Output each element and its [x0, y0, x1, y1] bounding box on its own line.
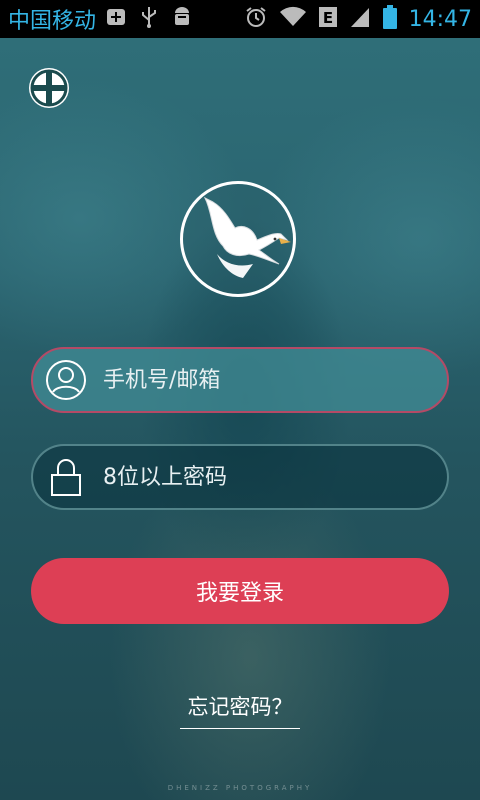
plus-circle-icon	[30, 69, 68, 107]
lock-icon	[45, 456, 87, 498]
battery-icon	[382, 5, 397, 33]
android-debug-icon	[172, 6, 192, 32]
usb-icon	[140, 6, 158, 32]
password-field[interactable]	[31, 444, 449, 510]
carrier-name: 中国移动	[8, 9, 97, 34]
network-type-icon: E	[318, 7, 337, 31]
password-input[interactable]	[101, 463, 405, 491]
wifi-icon	[279, 6, 307, 32]
login-button[interactable]: 我要登录	[31, 558, 449, 624]
status-bar: 中国移动 E 14:47	[0, 0, 480, 38]
username-input[interactable]	[101, 366, 405, 394]
add-notification-icon	[106, 7, 126, 31]
signal-icon	[349, 6, 371, 32]
username-field[interactable]	[31, 347, 449, 413]
dove-icon	[203, 196, 291, 278]
forgot-password-link[interactable]: 忘记密码？	[180, 691, 300, 729]
user-icon	[45, 359, 87, 401]
svg-text:E: E	[322, 9, 332, 27]
add-button[interactable]	[29, 68, 69, 108]
avatar[interactable]	[180, 181, 296, 297]
photo-watermark: DHENIZZ PHOTOGRAPHY	[167, 784, 313, 792]
background-photo	[0, 38, 480, 800]
clock-time: 14:47	[408, 6, 472, 32]
alarm-icon	[245, 6, 267, 32]
